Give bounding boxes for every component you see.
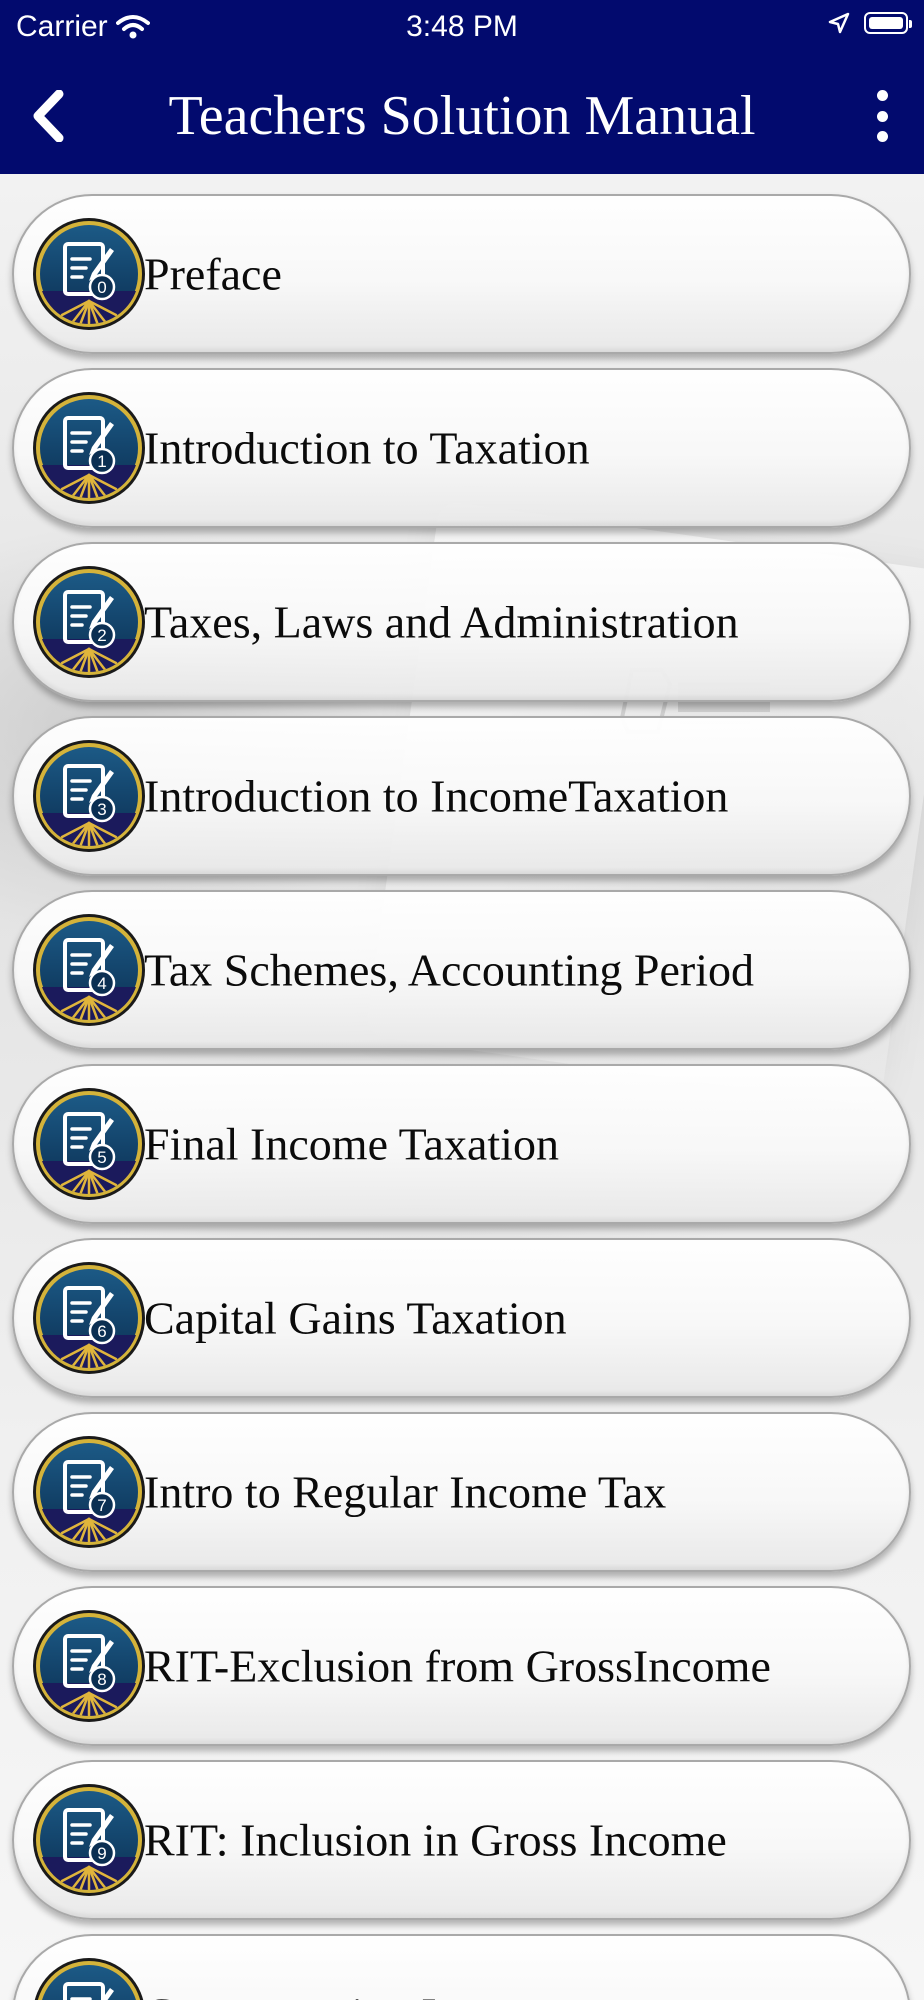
document-edit-icon: 6 xyxy=(32,1261,146,1375)
chapter-label: Tax Schemes, Accounting Period xyxy=(144,944,754,996)
page-title: Teachers Solution Manual xyxy=(168,85,756,147)
status-bar: Carrier 3:48 PM xyxy=(0,0,924,58)
svg-text:2: 2 xyxy=(97,626,106,645)
chapter-label: Introduction to IncomeTaxation xyxy=(144,770,729,822)
back-button[interactable] xyxy=(18,86,78,146)
chapter-item[interactable]: 9 RIT: Inclusion in Gross Income xyxy=(12,1760,911,1920)
chapter-item[interactable]: 5 Final Income Taxation xyxy=(12,1064,911,1224)
svg-text:6: 6 xyxy=(97,1322,106,1341)
chapter-item[interactable]: 4 Tax Schemes, Accounting Period xyxy=(12,890,911,1050)
chapter-item[interactable]: 7 Intro to Regular Income Tax xyxy=(12,1412,911,1572)
document-edit-icon: 0 xyxy=(32,217,146,331)
document-edit-icon: 8 xyxy=(32,1609,146,1723)
chapter-label: Taxes, Laws and Administration xyxy=(144,596,739,648)
svg-text:3: 3 xyxy=(97,800,106,819)
document-edit-icon: 3 xyxy=(32,739,146,853)
svg-text:8: 8 xyxy=(97,1670,106,1689)
document-edit-icon: 1 xyxy=(32,391,146,505)
more-options-button[interactable] xyxy=(860,84,904,148)
chapter-item[interactable]: 8 RIT-Exclusion from GrossIncome xyxy=(12,1586,911,1746)
document-edit-icon: 2 xyxy=(32,565,146,679)
chapter-label: Intro to Regular Income Tax xyxy=(144,1466,667,1518)
svg-text:9: 9 xyxy=(97,1844,106,1863)
chapter-item[interactable]: 6 Capital Gains Taxation xyxy=(12,1238,911,1398)
chapter-label: Preface xyxy=(144,248,282,300)
document-edit-icon xyxy=(32,1957,146,2000)
location-arrow-icon xyxy=(828,12,850,34)
document-edit-icon: 9 xyxy=(32,1783,146,1897)
svg-text:4: 4 xyxy=(97,974,106,993)
svg-text:1: 1 xyxy=(97,452,106,471)
svg-text:7: 7 xyxy=(97,1496,106,1515)
chapter-item[interactable]: 0 Preface xyxy=(12,194,911,354)
svg-text:5: 5 xyxy=(97,1148,106,1167)
chapter-label: Capital Gains Taxation xyxy=(144,1292,567,1344)
chapter-list: 0 Preface 1 Introduction to Taxation 2 T… xyxy=(0,174,924,2000)
status-time: 3:48 PM xyxy=(406,10,518,43)
more-vertical-icon xyxy=(876,90,888,101)
svg-text:0: 0 xyxy=(97,278,106,297)
chapter-label: Compensation Income xyxy=(144,1988,889,2000)
chapter-item[interactable]: 2 Taxes, Laws and Administration xyxy=(12,542,911,702)
document-edit-icon: 7 xyxy=(32,1435,146,1549)
battery-icon xyxy=(864,12,912,34)
document-edit-icon: 4 xyxy=(32,913,146,1027)
navigation-bar: Teachers Solution Manual xyxy=(0,58,924,174)
chapter-label: RIT: Inclusion in Gross Income xyxy=(144,1814,727,1866)
chapter-label: RIT-Exclusion from GrossIncome xyxy=(144,1640,771,1692)
chapter-item[interactable]: Compensation Income xyxy=(12,1934,911,2000)
chapter-label: Introduction to Taxation xyxy=(144,422,590,474)
chevron-left-icon xyxy=(33,90,64,142)
document-edit-icon: 5 xyxy=(32,1087,146,1201)
chapter-item[interactable]: 3 Introduction to IncomeTaxation xyxy=(12,716,911,876)
chapter-item[interactable]: 1 Introduction to Taxation xyxy=(12,368,911,528)
chapter-label: Final Income Taxation xyxy=(144,1118,559,1170)
